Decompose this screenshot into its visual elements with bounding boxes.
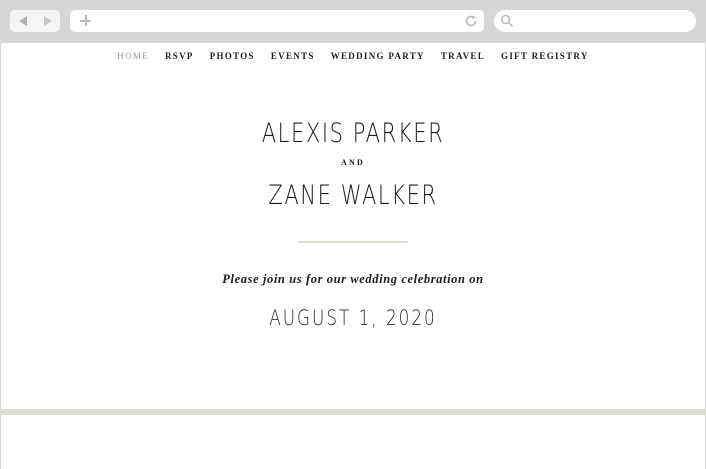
first-partner-name: ALEXIS PARKER xyxy=(261,118,445,149)
nav-item-wedding-party[interactable]: WEDDING PARTY xyxy=(331,49,425,63)
forward-button[interactable] xyxy=(35,10,60,32)
wedding-date: AUGUST 1, 2020 xyxy=(269,306,437,330)
search-bar[interactable] xyxy=(494,10,696,32)
nav-item-home[interactable]: HOME xyxy=(117,49,149,63)
second-partner-name: ZANE WALKER xyxy=(268,180,438,211)
nav-item-events[interactable]: EVENTS xyxy=(271,49,315,63)
nav-item-rsvp[interactable]: RSVP xyxy=(165,49,194,63)
history-buttons xyxy=(10,10,60,32)
nav-item-photos[interactable]: PHOTOS xyxy=(210,49,255,63)
nav-item-gift-registry[interactable]: GIFT REGISTRY xyxy=(501,49,589,63)
section-divider-band xyxy=(0,409,706,415)
search-icon xyxy=(500,14,514,28)
reload-icon[interactable] xyxy=(464,14,478,28)
browser-toolbar xyxy=(0,0,706,43)
forward-arrow-icon xyxy=(43,16,52,26)
back-arrow-icon xyxy=(18,16,27,26)
address-bar[interactable] xyxy=(70,10,484,32)
conjunction-and: AND xyxy=(341,158,365,167)
new-tab-plus-icon[interactable] xyxy=(78,13,94,29)
page-viewport xyxy=(0,43,706,469)
site-navigation: HOME RSVP PHOTOS EVENTS WEDDING PARTY TR… xyxy=(0,49,706,63)
invitation-text: Please join us for our wedding celebrati… xyxy=(222,272,484,286)
divider-line xyxy=(298,241,408,243)
nav-item-travel[interactable]: TRAVEL xyxy=(441,49,485,63)
back-button[interactable] xyxy=(10,10,35,32)
